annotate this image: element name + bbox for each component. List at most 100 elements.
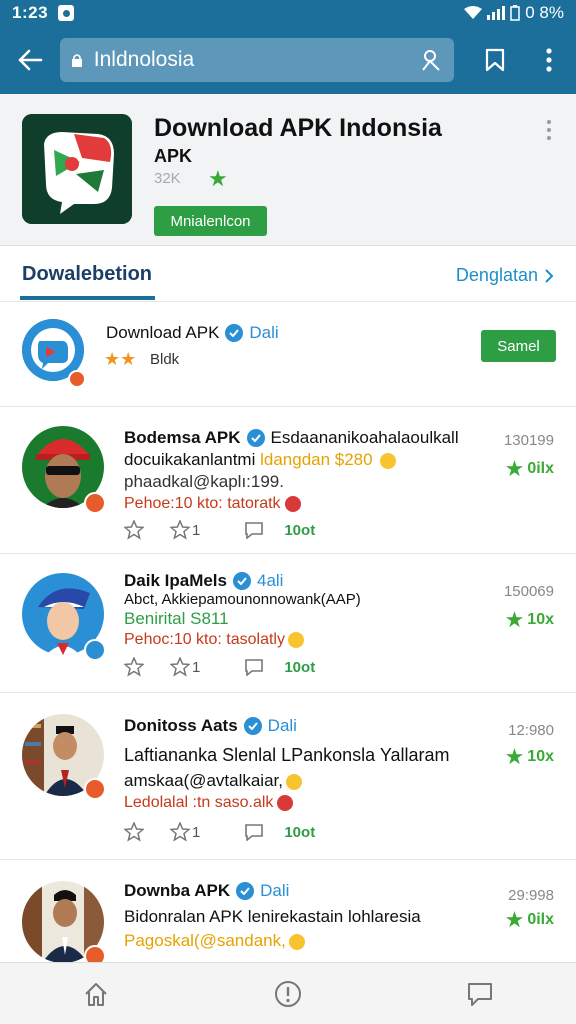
like-count: 1 [192,823,201,841]
search-bar[interactable]: Inldnolosia [59,38,455,82]
heart-emoji-icon [284,495,301,512]
app-subtitle: APK [154,146,193,166]
favorite-button[interactable] [124,822,144,842]
tab-more-label: Denglatan [455,265,538,285]
heart-emoji-icon [277,794,294,811]
star-outline-icon [124,822,144,842]
post-subtext: Benirital S811 [124,609,229,628]
smile-emoji-icon [380,452,397,469]
list-item[interactable]: Downba APK Dali Bidonralan APK lenirekas… [0,861,576,962]
home-icon [85,982,107,1006]
avatar-badge [84,945,106,962]
post-line: docuikakanlantmi ldangdan $280 [124,450,397,470]
nav-info-button[interactable] [192,963,384,1024]
developer-name-row: Download APK Dali [106,323,279,343]
install-button[interactable]: Mnialenlcon [154,206,267,236]
more-menu-button[interactable] [522,26,576,94]
post-handle: amskaa(@avtalkaiar, [124,771,283,790]
like-button[interactable]: 1 [170,520,200,540]
star-outline-icon [124,520,144,540]
search-text[interactable]: Inldnolosia [94,48,419,72]
post-handle-row: amskaa(@avtalkaiar, [124,771,302,791]
post-text: Laftiananka Slenlal LPankonsla Yallaram [124,745,450,765]
green-star-icon: ★ [504,907,525,932]
post-views: 29:998 [508,887,554,904]
post-handle: phaadkal@kaplı:199. [124,472,284,491]
app-size: 32K [154,170,181,187]
list-item[interactable]: Daik IpaMels 4ali Abct, Akkiepamounonnow… [0,555,576,693]
verified-icon [236,882,255,900]
chat-icon [468,982,492,1006]
voice-search-icon[interactable] [418,47,444,73]
green-star-icon: ★ [504,607,525,632]
post-link-text: Pehoc:10 kto: tasolatly [124,631,285,648]
comment-button[interactable] [244,521,264,539]
app-options-button[interactable] [544,120,554,140]
post-source: Dali [267,716,297,735]
developer-source: Dali [249,323,279,342]
verified-icon [225,324,244,342]
like-count: 1 [192,521,201,539]
developer-row[interactable]: Download APK Dali ★★ Bldk Samel [0,303,576,407]
bookmark-button[interactable] [468,26,522,94]
favorite-button[interactable] [124,520,144,540]
post-text: docuikakanlantmi [124,450,256,469]
post-text: Bidonralan APK lenirekastain lohlaresia [124,907,421,926]
nav-home-button[interactable] [0,963,192,1024]
list-item[interactable]: Bodemsa APK Esdaananikoahalaoulkall docu… [0,408,576,554]
post-score-value: 10x [527,611,554,628]
post-handle: Pagoskal(@sandank, [124,931,286,950]
post-views: 150069 [503,583,554,600]
share-count[interactable]: 10ot [284,522,315,539]
green-star-icon: ★ [504,456,525,481]
arrow-left-icon [18,49,43,71]
verified-icon [243,717,262,735]
avatar-badge [84,492,106,514]
post-author: Downba APK [124,881,231,900]
post-handle-row: Pagoskal(@sandank, [124,931,305,951]
developer-badge [68,370,86,388]
battery-icon [510,5,520,21]
battery-percent: 0 8% [525,3,564,22]
tab-bar: Dowalebetion Denglatan [0,247,576,302]
comment-button[interactable] [244,823,264,841]
lock-icon [70,52,84,68]
post-author-row: Downba APK Dali [124,881,289,901]
app-title: Download APK Indonsia [154,114,442,142]
share-count[interactable]: 10ot [284,659,315,676]
post-link[interactable]: Ledolalal :tn saso.alk [124,794,294,812]
follow-button[interactable]: Samel [481,330,556,362]
tab-more-link[interactable]: Denglatan [456,265,554,286]
tab-active[interactable]: Dowalebetion [22,263,152,286]
wifi-icon [464,6,483,19]
status-time: 1:23 [12,3,49,22]
share-count[interactable]: 10ot [284,824,315,841]
post-author: Donitoss Aats [124,716,238,735]
comment-button[interactable] [244,658,264,676]
post-author: Bodemsa APK [124,428,241,447]
post-author-row: Daik IpaMels 4ali [124,571,283,591]
post-score-value: 10x [527,748,554,765]
favorite-button[interactable] [124,657,144,677]
bottom-navigation [0,962,576,1024]
post-link-text: Pehoe:10 kto: tatoratk [124,495,281,512]
app-header: Download APK Indonsia APK 32K ★ Mnialenl… [0,94,576,246]
developer-name: Download APK [106,323,220,342]
post-actions: 1 10ot [124,657,315,677]
bookmark-icon [486,48,505,72]
like-button[interactable]: 1 [170,822,200,842]
nav-chat-button[interactable] [384,963,576,1024]
avatar-badge [84,778,106,800]
like-button[interactable]: 1 [170,657,200,677]
post-views: 130199 [503,432,554,449]
back-button[interactable] [0,26,60,94]
post-link[interactable]: Pehoe:10 kto: tatoratk [124,495,301,513]
list-item[interactable]: Donitoss Aats Dali Laftiananka Slenlal L… [0,694,576,860]
post-source: 4ali [257,571,284,590]
post-score: ★ 0ilx [505,907,554,933]
more-vert-icon [546,48,552,72]
post-link[interactable]: Pehoc:10 kto: tasolatly [124,631,304,649]
app-bar: Inldnolosia [0,26,576,94]
verified-icon [246,429,265,447]
post-link-text: Ledolalal :tn saso.alk [124,794,274,811]
